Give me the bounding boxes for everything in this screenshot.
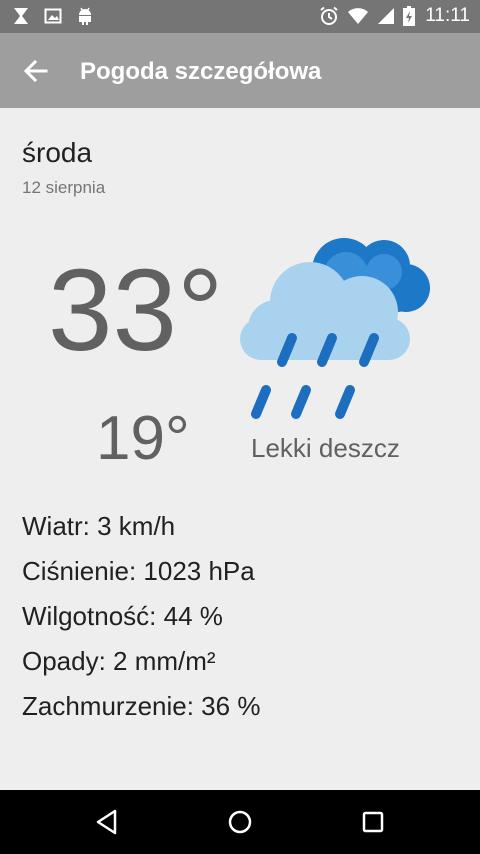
signal-icon <box>378 8 395 24</box>
temperature-low: 19° <box>96 404 190 473</box>
back-button[interactable] <box>22 57 50 85</box>
detail-humidity: Wilgotność: 44 % <box>22 601 223 631</box>
nav-back-button[interactable] <box>93 808 121 836</box>
weather-details: Wiatr: 3 km/h Ciśnienie: 1023 hPa Wilgot… <box>22 504 260 729</box>
detail-pressure: Ciśnienie: 1023 hPa <box>22 556 255 586</box>
image-icon <box>44 8 62 24</box>
arrow-back-icon <box>23 59 48 83</box>
nav-home-button[interactable] <box>226 808 254 836</box>
page-title: Pogoda szczegółowa <box>80 58 322 85</box>
weather-description: Lekki deszcz <box>251 433 400 463</box>
status-system-icons: 11:11 <box>319 5 470 27</box>
status-time: 11:11 <box>425 5 470 26</box>
wifi-icon <box>348 8 369 24</box>
hourglass-icon <box>14 8 28 24</box>
day-date: 12 sierpnia <box>22 178 106 197</box>
battery-icon <box>403 6 416 26</box>
temperature-high: 33° <box>48 245 224 375</box>
nav-home-icon <box>228 810 252 834</box>
nav-recents-icon <box>362 811 384 833</box>
light-rain-icon <box>240 238 430 419</box>
detail-precipitation: Opady: 2 mm/m² <box>22 646 216 676</box>
navigation-bar <box>0 790 480 854</box>
nav-back-icon <box>96 809 117 835</box>
status-bar: 11:11 <box>0 0 480 33</box>
status-notification-icons <box>12 6 94 26</box>
detail-wind: Wiatr: 3 km/h <box>22 511 176 541</box>
app-bar: Pogoda szczegółowa <box>0 33 480 108</box>
detail-cloudiness: Zachmurzenie: 36 % <box>22 691 261 721</box>
day-name: środa <box>22 137 93 168</box>
alarm-icon <box>320 6 338 25</box>
nav-recents-button[interactable] <box>359 808 387 836</box>
android-icon <box>79 7 91 25</box>
